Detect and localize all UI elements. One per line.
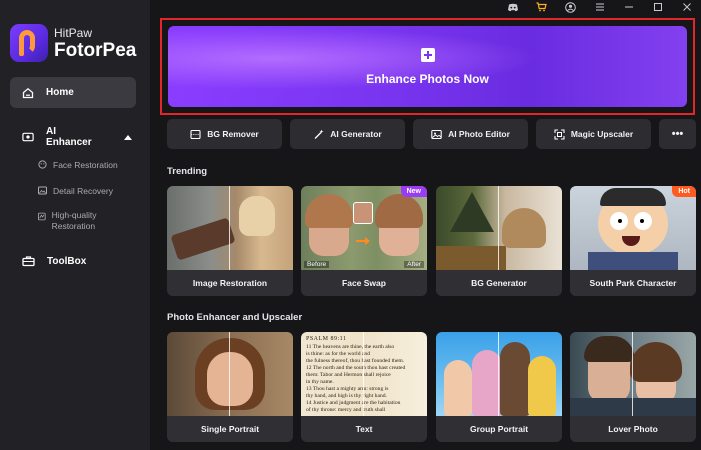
doc-line: in thy name. bbox=[306, 379, 334, 385]
doc-header: PSALM 89:11 bbox=[306, 336, 347, 342]
sidebar-item-home[interactable]: Home bbox=[10, 77, 136, 108]
card-image bbox=[570, 186, 696, 270]
card-image bbox=[167, 332, 293, 416]
card-image: Before After bbox=[301, 186, 427, 270]
app-logo: HitPaw FotorPea bbox=[10, 24, 136, 62]
sidebar-subitem-detail-recovery[interactable]: Detail Recovery bbox=[38, 186, 113, 197]
menu-icon[interactable] bbox=[585, 0, 614, 14]
card-label: Lover Photo bbox=[570, 416, 696, 442]
card-lover-photo[interactable]: Lover Photo bbox=[570, 332, 696, 442]
doc-line: is thine: as for the world and bbox=[306, 351, 371, 357]
card-label: Face Swap bbox=[301, 270, 427, 296]
sidebar-subitem-face-restoration[interactable]: Face Restoration bbox=[38, 160, 118, 171]
quality-icon bbox=[38, 212, 46, 221]
home-icon bbox=[22, 87, 34, 98]
doc-line: the fulness thereof, thou hast founded t… bbox=[306, 358, 405, 364]
more-tools-button[interactable]: ••• bbox=[659, 119, 696, 149]
section-title-trending: Trending bbox=[167, 166, 208, 177]
window-controls bbox=[498, 0, 701, 14]
card-face-swap[interactable]: Before After New Face Swap bbox=[301, 186, 427, 296]
ai-enhancer-icon bbox=[22, 132, 34, 142]
brand-line1: HitPaw bbox=[54, 25, 93, 40]
card-image-restoration[interactable]: Image Restoration bbox=[167, 186, 293, 296]
enhance-photos-button[interactable]: Enhance Photos Now bbox=[168, 26, 687, 107]
bg-remover-button[interactable]: BG Remover bbox=[167, 119, 282, 149]
bg-remover-icon bbox=[190, 129, 201, 140]
card-image bbox=[570, 332, 696, 416]
face-icon bbox=[38, 160, 47, 169]
doc-line: 13 Thou hast a mighty arm: strong is bbox=[306, 386, 389, 392]
toolbox-icon bbox=[22, 256, 35, 267]
ai-generator-button[interactable]: AI Generator bbox=[290, 119, 405, 149]
card-south-park-character[interactable]: Hot South Park Character bbox=[570, 186, 696, 296]
hero-label: Enhance Photos Now bbox=[366, 71, 489, 86]
doc-line: 14 Justice and judgment are the habitati… bbox=[306, 400, 401, 406]
doc-line: 11 The heavens are thine, the earth also bbox=[306, 344, 395, 350]
sidebar: HitPaw FotorPea Home AI Enhancer Face Re… bbox=[0, 0, 150, 450]
sidebar-item-label: ToolBox bbox=[47, 255, 87, 267]
minimize-icon[interactable] bbox=[614, 0, 643, 14]
photo-editor-icon bbox=[431, 129, 442, 140]
new-badge: New bbox=[400, 186, 427, 197]
swap-arrow-icon bbox=[356, 237, 370, 245]
ai-photo-editor-button[interactable]: AI Photo Editor bbox=[413, 119, 528, 149]
doc-line: thy hand, and high is thy right hand. bbox=[306, 393, 387, 399]
after-label: After bbox=[404, 261, 424, 268]
discord-icon[interactable] bbox=[498, 0, 527, 14]
hero-highlight-frame: Enhance Photos Now bbox=[160, 18, 695, 115]
cart-icon[interactable] bbox=[527, 0, 556, 14]
hot-badge: Hot bbox=[672, 186, 696, 197]
sidebar-subitem-high-quality-restoration[interactable]: High-quality Restoration bbox=[38, 210, 128, 233]
sidebar-item-label: AI Enhancer bbox=[46, 126, 92, 148]
doc-line: of thy throne: mercy and truth shall bbox=[306, 407, 386, 413]
card-bg-generator[interactable]: BG Generator bbox=[436, 186, 562, 296]
sidebar-item-label: Home bbox=[46, 87, 74, 98]
sidebar-item-ai-enhancer[interactable]: AI Enhancer bbox=[22, 126, 132, 148]
doc-line: 12 The north and the south thou hast cre… bbox=[306, 365, 406, 371]
magic-wand-icon bbox=[313, 129, 324, 140]
close-icon[interactable] bbox=[672, 0, 701, 14]
maximize-icon[interactable] bbox=[643, 0, 672, 14]
card-label: Text bbox=[301, 416, 427, 442]
sidebar-item-toolbox[interactable]: ToolBox bbox=[22, 255, 86, 267]
upscale-icon bbox=[554, 128, 565, 140]
tool-bar: BG Remover AI Generator AI Photo Editor … bbox=[167, 119, 696, 149]
account-icon[interactable] bbox=[556, 0, 585, 14]
card-text[interactable]: PSALM 89:11 11 The heavens are thine, th… bbox=[301, 332, 427, 442]
card-label: Single Portrait bbox=[167, 416, 293, 442]
magic-upscaler-button[interactable]: Magic Upscaler bbox=[536, 119, 651, 149]
more-icon: ••• bbox=[671, 128, 684, 140]
section-title-enhancer: Photo Enhancer and Upscaler bbox=[167, 312, 303, 323]
card-image: PSALM 89:11 11 The heavens are thine, th… bbox=[301, 332, 427, 416]
card-group-portrait[interactable]: Group Portrait bbox=[436, 332, 562, 442]
card-label: Group Portrait bbox=[436, 416, 562, 442]
card-label: BG Generator bbox=[436, 270, 562, 296]
image-icon bbox=[38, 186, 47, 195]
card-image bbox=[436, 332, 562, 416]
card-image bbox=[167, 186, 293, 270]
doc-line: them: Tabor and Hermon shall rejoice bbox=[306, 372, 391, 378]
fotorpea-logo-icon bbox=[10, 24, 48, 62]
card-label: Image Restoration bbox=[167, 270, 293, 296]
before-label: Before bbox=[304, 261, 330, 268]
brand-line2: FotorPea bbox=[54, 39, 137, 61]
card-single-portrait[interactable]: Single Portrait bbox=[167, 332, 293, 442]
card-image bbox=[436, 186, 562, 270]
card-label: South Park Character bbox=[570, 270, 696, 296]
plus-icon bbox=[420, 47, 435, 62]
collapse-caret-icon[interactable] bbox=[124, 134, 132, 140]
